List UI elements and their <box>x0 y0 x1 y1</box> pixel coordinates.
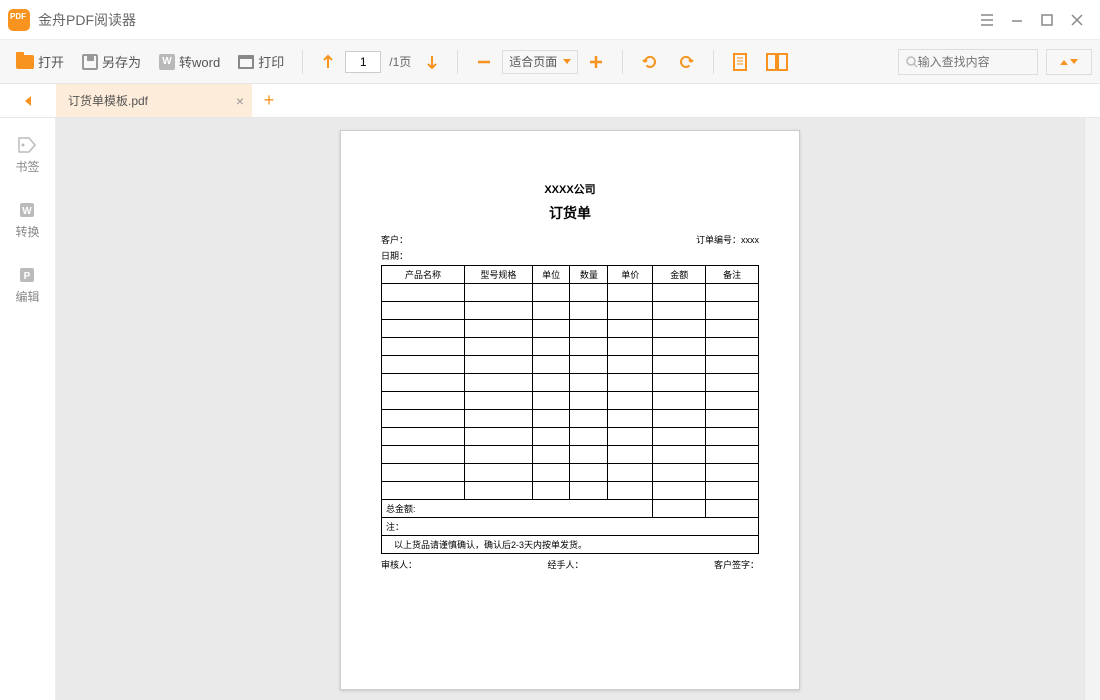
window-maximize-button[interactable] <box>1032 5 1062 35</box>
doc-reviewer: 审核人： <box>381 558 417 571</box>
tab-close-button[interactable]: × <box>236 93 244 109</box>
page-number-input[interactable] <box>345 51 381 73</box>
sidebar-bookmark-label: 书签 <box>15 158 39 175</box>
page-up-button[interactable] <box>313 46 343 78</box>
view-two-page-button[interactable] <box>758 46 796 78</box>
zoom-mode-select[interactable]: 适合页面 <box>502 50 578 74</box>
zoom-out-button[interactable] <box>468 46 500 78</box>
save-icon <box>82 54 98 70</box>
window-minimize-button[interactable] <box>1002 5 1032 35</box>
page-canvas[interactable]: XXXX公司 订货单 客户： 订单编号：xxxx 日期： 产品名称型号规格单位数… <box>56 118 1084 700</box>
print-label: 打印 <box>258 52 284 71</box>
save-as-label: 另存为 <box>102 52 141 71</box>
doc-customer-label: 客户： <box>381 233 408 246</box>
sidebar-edit-label: 编辑 <box>15 288 39 305</box>
doc-handler: 经手人： <box>547 558 583 571</box>
main-toolbar: 打开 另存为 W 转word 打印 /1页 适合页面 <box>0 40 1100 84</box>
svg-text:W: W <box>23 206 33 217</box>
rotate-ccw-button[interactable] <box>633 46 667 78</box>
chevron-left-icon <box>24 96 32 106</box>
sidebar-convert-label: 转换 <box>15 223 39 240</box>
sidebar-convert-button[interactable]: W 转换 <box>15 201 39 240</box>
edit-icon: P <box>17 266 37 284</box>
app-logo-icon <box>8 9 30 31</box>
vertical-scrollbar[interactable] <box>1084 118 1100 700</box>
zoom-in-button[interactable] <box>580 46 612 78</box>
search-input[interactable] <box>918 55 1031 69</box>
hamburger-menu-button[interactable] <box>972 5 1002 35</box>
sidebar-edit-button[interactable]: P 编辑 <box>15 266 39 305</box>
pdf-page: XXXX公司 订货单 客户： 订单编号：xxxx 日期： 产品名称型号规格单位数… <box>340 130 800 690</box>
open-label: 打开 <box>38 52 64 71</box>
open-button[interactable]: 打开 <box>8 46 72 78</box>
rotate-cw-button[interactable] <box>669 46 703 78</box>
separator <box>622 50 623 74</box>
doc-order-table: 产品名称型号规格单位数量单价金额备注 总金额:注：以上货品请谨慎确认，确认后2-… <box>381 265 759 554</box>
doc-date-label: 日期： <box>381 249 408 262</box>
to-word-button[interactable]: W 转word <box>151 46 228 78</box>
separator <box>713 50 714 74</box>
search-nav-buttons[interactable] <box>1046 49 1092 75</box>
app-title: 金舟PDF阅读器 <box>38 10 136 30</box>
separator <box>457 50 458 74</box>
chevron-down-icon <box>563 59 571 65</box>
doc-title: 订货单 <box>381 203 759 223</box>
to-word-label: 转word <box>179 52 220 71</box>
window-close-button[interactable] <box>1062 5 1092 35</box>
left-sidebar: 书签 W 转换 P 编辑 <box>0 118 56 700</box>
search-box[interactable] <box>898 49 1038 75</box>
page-total-label: /1页 <box>389 53 411 70</box>
bookmark-tag-icon <box>17 136 37 154</box>
folder-icon <box>16 55 34 69</box>
separator <box>302 50 303 74</box>
view-single-page-button[interactable] <box>724 46 756 78</box>
zoom-mode-label: 适合页面 <box>509 53 557 70</box>
chevron-down-icon <box>1070 59 1078 65</box>
search-icon <box>905 55 918 69</box>
word-icon: W <box>159 54 175 70</box>
printer-icon <box>238 55 254 69</box>
doc-orderno-label: 订单编号：xxxx <box>696 233 759 246</box>
tab-collapse-button[interactable] <box>0 84 56 117</box>
page-down-button[interactable] <box>417 46 447 78</box>
doc-signer: 客户签字： <box>714 558 759 571</box>
print-button[interactable]: 打印 <box>230 46 292 78</box>
save-as-button[interactable]: 另存为 <box>74 46 149 78</box>
convert-icon: W <box>17 201 37 219</box>
doc-company: XXXX公司 <box>381 181 759 197</box>
svg-text:P: P <box>24 271 31 282</box>
sidebar-bookmark-button[interactable]: 书签 <box>15 136 39 175</box>
tab-filename: 订货单模板.pdf <box>68 92 148 109</box>
new-tab-button[interactable]: + <box>252 84 286 117</box>
document-tab[interactable]: 订货单模板.pdf × <box>56 84 252 117</box>
chevron-up-icon <box>1060 59 1068 65</box>
